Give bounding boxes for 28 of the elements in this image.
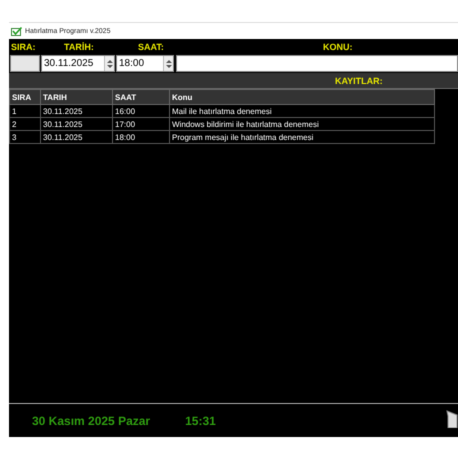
input-field[interactable] (176, 55, 458, 72)
column-header[interactable]: TARIH (40, 90, 112, 104)
table-cell: Program mesajı ile hatırlatma denemesi (170, 130, 434, 144)
table-cell: Mail ile hatırlatma denemesi (170, 104, 434, 118)
table-cell: 30.11.2025 (40, 104, 112, 118)
table-cell: Windows bildirimi ile hatırlatma denemesi (170, 118, 434, 130)
table-cell: 1 (10, 104, 40, 118)
table-cell: 30.11.2025 (40, 130, 112, 144)
input-field[interactable]: 18:00 (116, 55, 174, 72)
column-header[interactable]: SIRA (10, 90, 40, 104)
spinner-button[interactable] (163, 56, 173, 71)
section-title: KAYITLAR: (335, 76, 383, 86)
status-time: 15:31 (185, 414, 216, 428)
table-cell: 3 (10, 130, 40, 144)
field-label: KONU: (323, 42, 352, 52)
table-cell: 18:00 (112, 130, 170, 144)
field-label: SAAT: (138, 42, 165, 52)
table-cell: 30.11.2025 (40, 118, 112, 130)
input-field[interactable]: 30.11.2025 (41, 55, 115, 72)
field-label: TARİH: (63, 42, 95, 52)
spinner-button[interactable] (104, 56, 114, 71)
column-header[interactable]: Konu (170, 90, 434, 104)
field-label: SIRA: (10, 42, 36, 52)
column-header[interactable]: SAAT (112, 90, 170, 104)
table-cell: 2 (10, 118, 40, 130)
table-cell: 16:00 (112, 104, 170, 118)
status-date: 30 Kasım 2025 Pazar (32, 414, 150, 428)
table-cell: 17:00 (112, 118, 170, 130)
